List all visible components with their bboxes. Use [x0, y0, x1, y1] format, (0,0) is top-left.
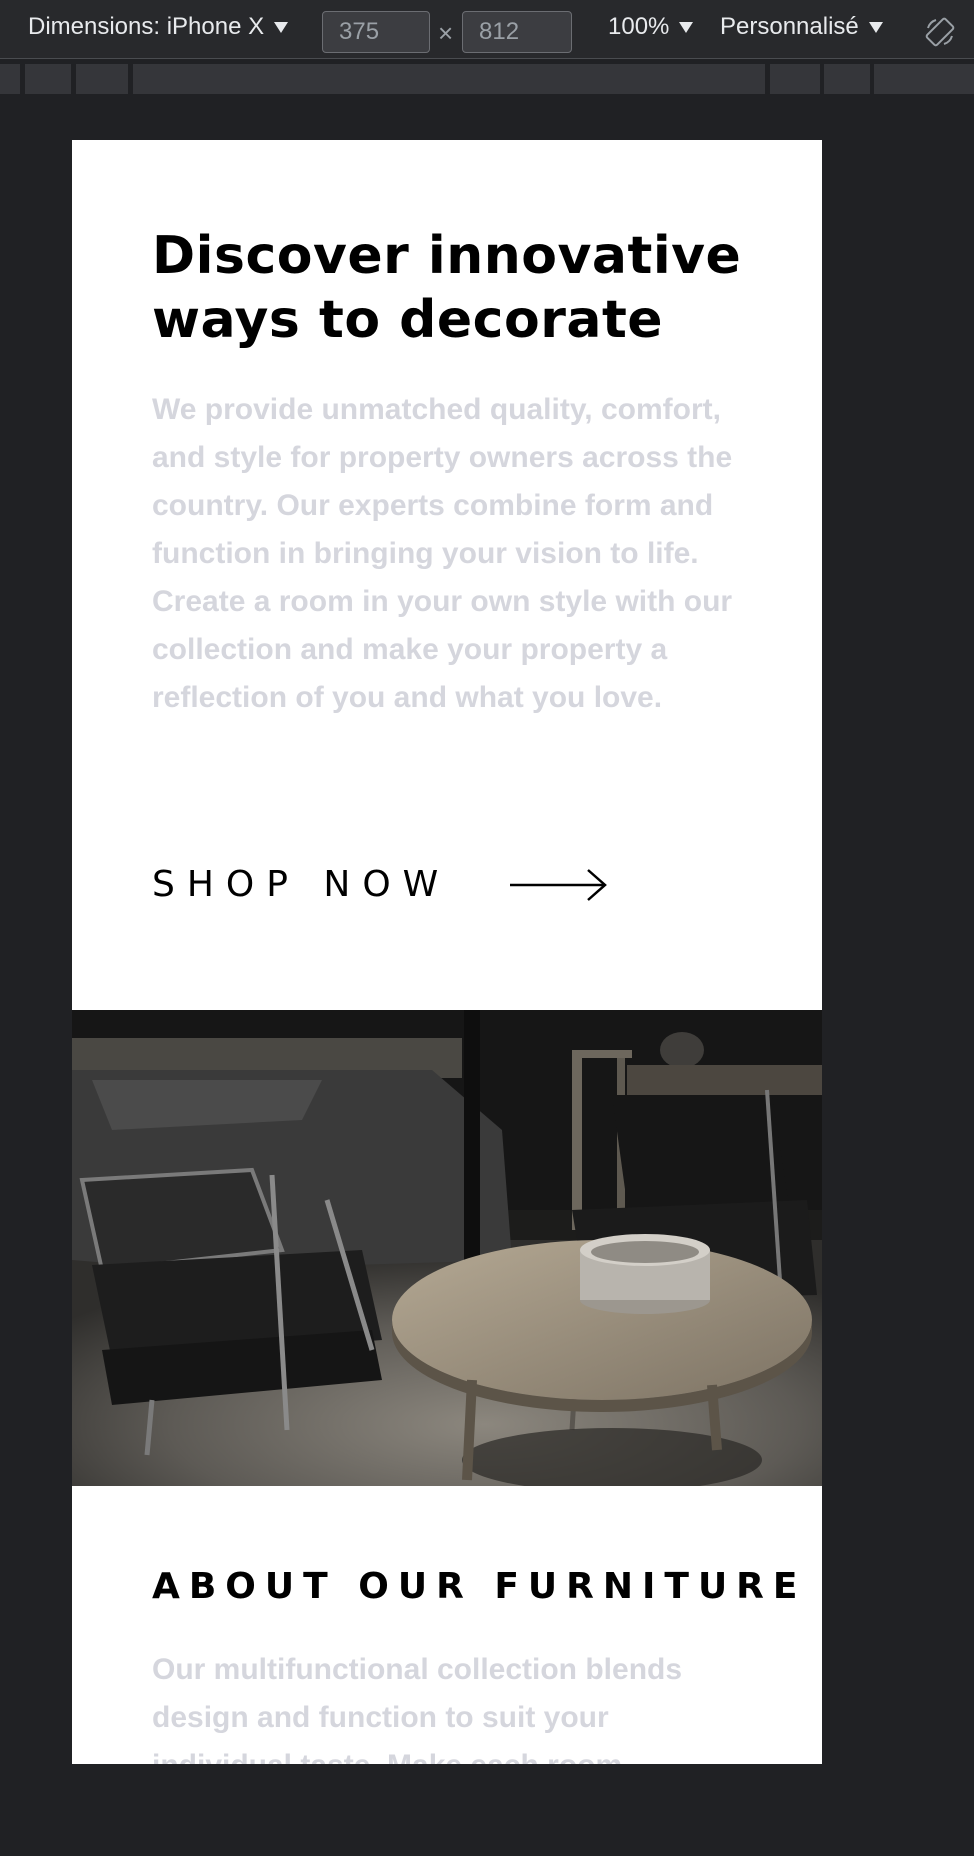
throttle-select-label: Personnalisé: [720, 13, 859, 40]
shop-now-label: SHOP NOW: [152, 864, 451, 905]
device-viewport: Discover innovative ways to decorate We …: [72, 140, 822, 1764]
device-select[interactable]: Dimensions: iPhone X: [28, 13, 289, 41]
hero-title: Discover innovative ways to decorate: [152, 226, 742, 350]
shop-now-link[interactable]: SHOP NOW: [152, 864, 608, 905]
height-input[interactable]: [462, 11, 572, 53]
times-symbol: ×: [438, 18, 454, 48]
furniture-photo-image: [72, 1010, 822, 1486]
arrow-right-icon: [510, 868, 608, 901]
media-query-segment[interactable]: [0, 64, 20, 94]
devtools-toolbar: Dimensions: iPhone X × 100% Personnalisé: [0, 0, 974, 59]
media-query-segment[interactable]: [133, 64, 765, 94]
media-query-bar: [0, 62, 974, 96]
width-input[interactable]: [322, 11, 430, 53]
media-query-segment[interactable]: [874, 64, 974, 94]
chevron-down-icon: [274, 21, 289, 33]
media-query-segment[interactable]: [25, 64, 71, 94]
about-title: ABOUT OUR FURNITURE: [152, 1566, 807, 1607]
chevron-down-icon: [679, 21, 694, 33]
chevron-down-icon: [868, 21, 883, 33]
furniture-photo: [72, 1010, 822, 1486]
media-query-segment[interactable]: [770, 64, 820, 94]
hero-description: We provide unmatched quality, comfort, a…: [152, 393, 733, 714]
media-query-segment[interactable]: [76, 64, 128, 94]
media-query-segment[interactable]: [824, 64, 870, 94]
hero-section: Discover innovative ways to decorate We …: [72, 140, 822, 1010]
device-select-label: Dimensions: iPhone X: [28, 13, 265, 40]
zoom-select-label: 100%: [608, 13, 670, 40]
throttle-select[interactable]: Personnalisé: [720, 13, 883, 41]
zoom-select[interactable]: 100%: [608, 13, 694, 41]
about-description: Our multifunctional collection blends de…: [152, 1653, 683, 1764]
rotate-device-icon[interactable]: [924, 16, 956, 48]
